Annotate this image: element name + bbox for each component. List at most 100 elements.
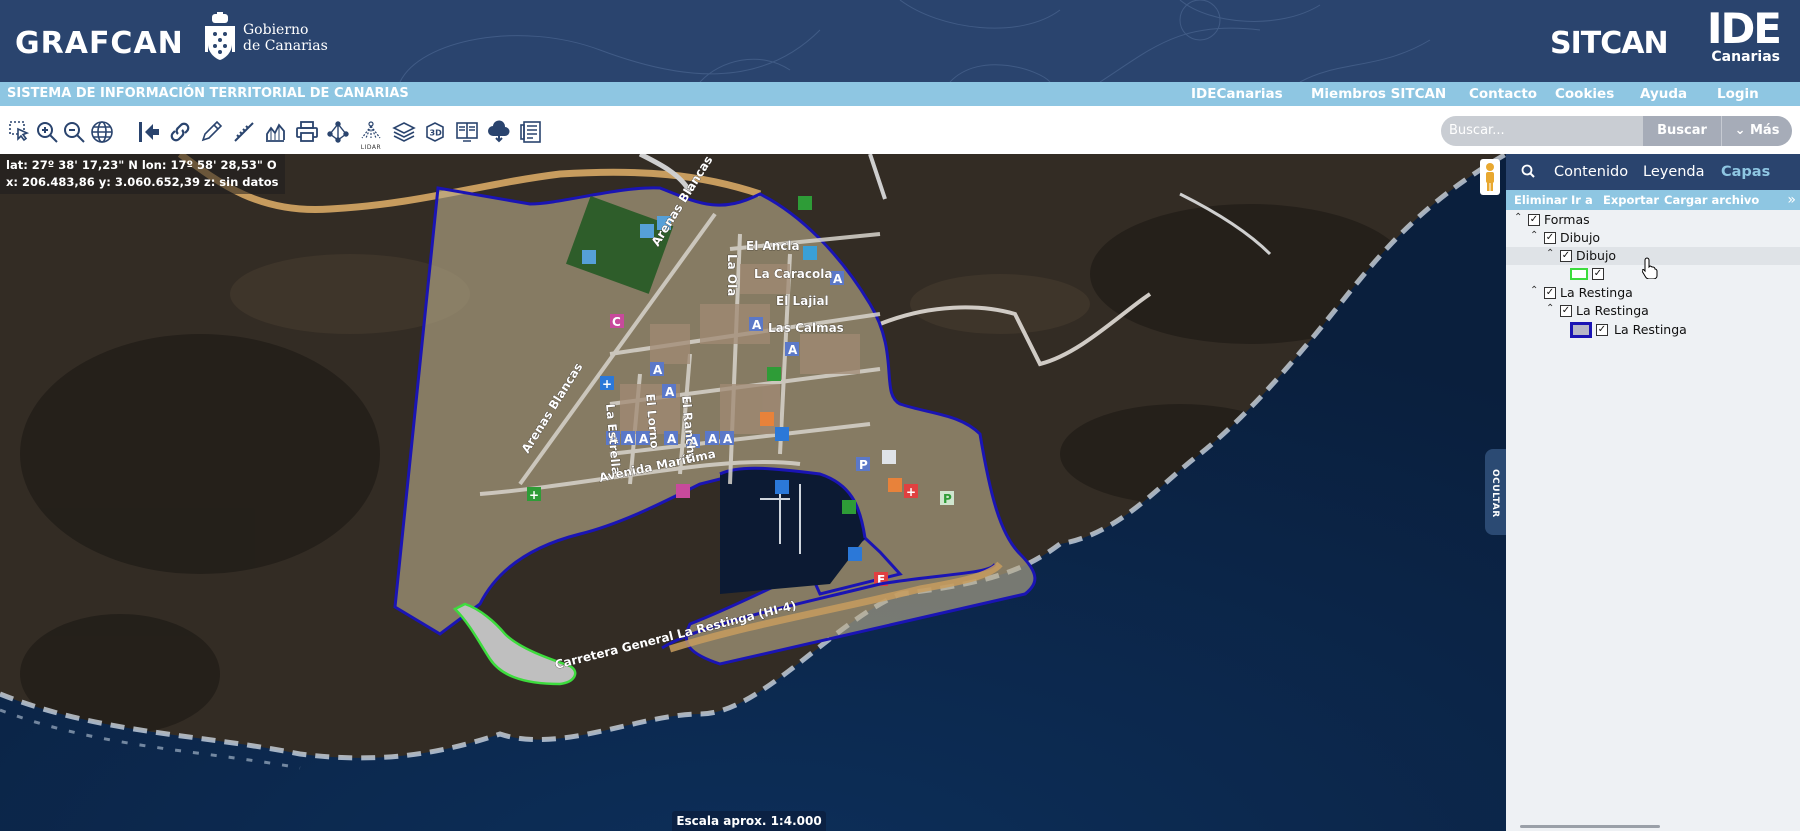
map-viewer[interactable]: A A A A A + A A A A A A A P + P E + C El… bbox=[0, 154, 1506, 831]
street-label: El Lajial bbox=[776, 294, 829, 308]
lidar-label: LIDAR bbox=[360, 144, 382, 151]
zoom-out-icon[interactable] bbox=[61, 119, 87, 145]
layer-row-formas[interactable]: ⌃ ✓ Formas bbox=[1506, 211, 1800, 229]
ide-canarias-logo[interactable]: IDE Canarias bbox=[1696, 4, 1782, 65]
gobierno-canarias-logo[interactable]: Gobierno de Canarias bbox=[205, 12, 328, 64]
pencil-icon[interactable] bbox=[198, 119, 224, 145]
action-eliminar[interactable]: Eliminar bbox=[1514, 193, 1567, 207]
panel-tab-bar: Contenido Leyenda Capas bbox=[1506, 154, 1800, 190]
chevron-up-icon[interactable]: ⌃ bbox=[1546, 248, 1554, 259]
layer-row-restinga-item[interactable]: ✓ La Restinga bbox=[1506, 321, 1800, 339]
site-header: GRAFCAN Gobierno de Canarias SITCAN IDE … bbox=[0, 0, 1800, 82]
layer-checkbox[interactable]: ✓ bbox=[1528, 214, 1540, 226]
cloud-download-icon[interactable] bbox=[486, 119, 512, 145]
chevron-up-icon[interactable]: ⌃ bbox=[1514, 212, 1522, 223]
layer-checkbox[interactable]: ✓ bbox=[1544, 232, 1556, 244]
layer-label-dibujo: Dibujo bbox=[1576, 248, 1617, 263]
print-icon[interactable] bbox=[294, 119, 320, 145]
svg-text:A: A bbox=[653, 363, 663, 377]
chevron-up-icon[interactable]: ⌃ bbox=[1530, 285, 1538, 296]
layer-checkbox[interactable]: ✓ bbox=[1560, 305, 1572, 317]
chevron-down-icon: ⌄ bbox=[1734, 123, 1750, 138]
gob-line1: Gobierno bbox=[243, 22, 309, 38]
navigation-bar: SISTEMA DE INFORMACIÓN TERRITORIAL DE CA… bbox=[0, 82, 1800, 106]
tab-contenido[interactable]: Contenido bbox=[1554, 164, 1628, 180]
sitcan-logo[interactable]: SITCAN bbox=[1550, 26, 1669, 61]
street-label: El Ancla bbox=[746, 239, 800, 253]
layer-checkbox[interactable]: ✓ bbox=[1592, 268, 1604, 280]
grafcan-logo[interactable]: GRAFCAN bbox=[15, 26, 184, 61]
action-cargar-archivo[interactable]: Cargar archivo bbox=[1664, 193, 1759, 207]
hand-cursor-icon bbox=[1642, 257, 1658, 279]
action-exportar[interactable]: Exportar bbox=[1603, 193, 1659, 207]
search-button[interactable]: Buscar bbox=[1643, 116, 1721, 146]
street-label: La Caracola bbox=[754, 267, 832, 281]
svg-text:3D: 3D bbox=[430, 129, 443, 138]
compare-views-icon[interactable] bbox=[454, 119, 480, 145]
select-icon[interactable] bbox=[7, 119, 33, 145]
svg-text:+: + bbox=[602, 377, 612, 391]
tab-leyenda[interactable]: Leyenda bbox=[1643, 164, 1705, 180]
search-input[interactable]: Buscar... bbox=[1441, 116, 1643, 146]
full-extent-icon[interactable] bbox=[136, 119, 162, 145]
street-label: La Ola bbox=[725, 254, 739, 296]
svg-text:A: A bbox=[752, 318, 762, 332]
hide-panel-tab[interactable]: OCULTAR bbox=[1485, 449, 1506, 535]
svg-text:A: A bbox=[833, 272, 843, 286]
link-icon[interactable] bbox=[167, 119, 193, 145]
street-view-pegman-icon[interactable] bbox=[1480, 159, 1500, 195]
globe-icon[interactable] bbox=[89, 119, 115, 145]
blue-swatch-icon bbox=[1570, 322, 1592, 338]
svg-text:A: A bbox=[723, 432, 733, 446]
svg-text:+: + bbox=[529, 488, 539, 502]
nav-link-contacto[interactable]: Contacto bbox=[1469, 86, 1537, 102]
chevron-up-icon[interactable]: ⌃ bbox=[1546, 303, 1554, 314]
network-icon[interactable] bbox=[325, 119, 351, 145]
svg-text:+: + bbox=[906, 485, 916, 499]
action-ir-a[interactable]: Ir a bbox=[1571, 193, 1593, 207]
more-button[interactable]: ⌄ Más bbox=[1721, 116, 1792, 146]
hide-panel-label: OCULTAR bbox=[1490, 469, 1500, 518]
ide-logo-text: IDE bbox=[1706, 4, 1782, 53]
profile-chart-icon[interactable] bbox=[262, 119, 288, 145]
street-label: Las Calmas bbox=[768, 321, 844, 335]
nav-link-miembros-sitcan[interactable]: Miembros SITCAN bbox=[1311, 86, 1446, 102]
collapse-panel-icon[interactable]: » bbox=[1787, 192, 1796, 208]
search-icon[interactable] bbox=[1521, 164, 1535, 178]
gob-line2: de Canarias bbox=[243, 38, 328, 54]
nav-link-login[interactable]: Login bbox=[1717, 86, 1759, 102]
svg-text:A: A bbox=[667, 432, 677, 446]
layer-row-restinga-group[interactable]: ⌃ ✓ La Restinga bbox=[1506, 284, 1800, 302]
nav-link-cookies[interactable]: Cookies bbox=[1555, 86, 1614, 102]
green-swatch-icon bbox=[1570, 268, 1588, 280]
nav-link-ayuda[interactable]: Ayuda bbox=[1640, 86, 1687, 102]
layer-label-restinga-item: La Restinga bbox=[1614, 322, 1687, 337]
coords-latlon: lat: 27º 38' 17,23" N lon: 17º 58' 28,53… bbox=[6, 158, 277, 172]
layer-label-restinga-group: La Restinga bbox=[1560, 285, 1633, 300]
layer-checkbox[interactable]: ✓ bbox=[1560, 250, 1572, 262]
chevron-up-icon[interactable]: ⌃ bbox=[1530, 230, 1538, 241]
coat-of-arms-icon bbox=[205, 12, 235, 60]
layer-row-restinga[interactable]: ⌃ ✓ La Restinga bbox=[1506, 302, 1800, 320]
ruler-icon[interactable] bbox=[231, 119, 257, 145]
map-toolbar: LIDAR 3D Buscar... Buscar ⌄ Más bbox=[0, 106, 1800, 154]
3d-icon[interactable]: 3D bbox=[422, 119, 448, 145]
zoom-in-icon[interactable] bbox=[34, 119, 60, 145]
tab-capas[interactable]: Capas bbox=[1721, 164, 1770, 180]
layer-checkbox[interactable]: ✓ bbox=[1544, 287, 1556, 299]
panel-scrollbar[interactable] bbox=[1520, 825, 1660, 828]
layer-checkbox[interactable]: ✓ bbox=[1596, 324, 1608, 336]
panel-action-bar: Eliminar Ir a Exportar Cargar archivo » bbox=[1506, 190, 1800, 210]
aerial-map[interactable]: A A A A A + A A A A A A A P + P E + C El… bbox=[0, 154, 1506, 831]
layers-panel: Contenido Leyenda Capas Eliminar Ir a Ex… bbox=[1506, 154, 1800, 831]
coordinates-readout: lat: 27º 38' 17,23" N lon: 17º 58' 28,53… bbox=[0, 154, 285, 194]
lidar-icon[interactable]: LIDAR bbox=[358, 119, 384, 151]
layer-row-dibujo-group[interactable]: ⌃ ✓ Dibujo bbox=[1506, 229, 1800, 247]
svg-text:P: P bbox=[943, 492, 952, 506]
layers-icon[interactable] bbox=[391, 119, 417, 145]
svg-text:C: C bbox=[612, 315, 621, 329]
report-icon[interactable] bbox=[518, 119, 544, 145]
nav-link-idecanarias[interactable]: IDECanarias bbox=[1191, 86, 1283, 102]
more-button-label: Más bbox=[1749, 123, 1780, 138]
layer-label-formas: Formas bbox=[1544, 212, 1590, 227]
